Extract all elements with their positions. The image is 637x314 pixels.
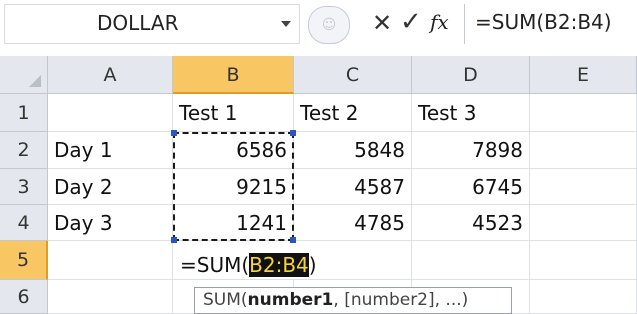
in-cell-formula[interactable]: =SUM(B2:B4)	[180, 253, 317, 277]
name-box-value: DOLLAR	[97, 11, 179, 35]
column-header-d[interactable]: D	[412, 56, 530, 94]
column-header-b[interactable]: B	[173, 56, 294, 94]
cell-d5[interactable]	[412, 241, 530, 280]
cell-c1[interactable]: Test 2	[294, 94, 412, 132]
cell-a4[interactable]: Day 3	[48, 205, 173, 241]
cell-d2[interactable]: 7898	[412, 132, 530, 169]
row-header-4[interactable]: 4	[0, 205, 48, 241]
formula-input[interactable]: =SUM(B2:B4)	[464, 4, 637, 44]
tooltip-other-args: , [number2], ...)	[333, 290, 469, 310]
cell-e1[interactable]	[530, 94, 637, 132]
tooltip-current-arg: number1	[247, 290, 334, 310]
cell-b2[interactable]: 6586	[173, 132, 294, 169]
formula-controls: ☺ ✕ ✓ fx	[302, 4, 464, 44]
name-box[interactable]: DOLLAR	[4, 4, 300, 44]
range-handle[interactable]	[171, 237, 177, 243]
cell-a6[interactable]	[48, 280, 173, 314]
range-handle[interactable]	[171, 130, 177, 136]
formula-bar: DOLLAR ☺ ✕ ✓ fx =SUM(B2:B4)	[0, 0, 637, 48]
column-header-a[interactable]: A	[48, 56, 173, 94]
enter-check-icon[interactable]: ✓	[400, 7, 422, 37]
row-header-6[interactable]: 6	[0, 280, 48, 314]
cell-e3[interactable]	[530, 169, 637, 205]
function-tooltip: SUM(number1, [number2], ...)	[194, 287, 512, 314]
formula-range-reference: B2:B4	[249, 253, 309, 277]
formula-bar-expand-icon: ☺	[308, 6, 350, 44]
chevron-down-icon[interactable]	[281, 21, 291, 27]
cell-b3[interactable]: 9215	[173, 169, 294, 205]
cell-e2[interactable]	[530, 132, 637, 169]
formula-prefix: =SUM(	[180, 253, 250, 277]
cell-a3[interactable]: Day 2	[48, 169, 173, 205]
tooltip-function[interactable]: SUM(	[203, 290, 248, 310]
cell-c3[interactable]: 4587	[294, 169, 412, 205]
formula-text: =SUM(B2:B4)	[475, 10, 612, 34]
cell-d4[interactable]: 4523	[412, 205, 530, 241]
range-handle[interactable]	[290, 237, 296, 243]
cell-b4[interactable]: 1241	[173, 205, 294, 241]
cell-d1[interactable]: Test 3	[412, 94, 530, 132]
cell-e5[interactable]	[530, 241, 637, 280]
cell-a1[interactable]	[48, 94, 173, 132]
cell-a2[interactable]: Day 1	[48, 132, 173, 169]
cancel-icon[interactable]: ✕	[372, 9, 392, 37]
row-header-3[interactable]: 3	[0, 169, 48, 205]
row-header-1[interactable]: 1	[0, 94, 48, 132]
column-header-c[interactable]: C	[294, 56, 412, 94]
cell-b1[interactable]: Test 1	[173, 94, 294, 132]
select-all-corner[interactable]	[0, 56, 48, 94]
cell-e6[interactable]	[530, 280, 637, 314]
cell-e4[interactable]	[530, 205, 637, 241]
cell-d3[interactable]: 6745	[412, 169, 530, 205]
cell-c2[interactable]: 5848	[294, 132, 412, 169]
formula-suffix: )	[308, 253, 317, 277]
cell-c4[interactable]: 4785	[294, 205, 412, 241]
row-header-2[interactable]: 2	[0, 132, 48, 169]
row-header-5[interactable]: 5	[0, 241, 48, 280]
range-handle[interactable]	[290, 130, 296, 136]
insert-function-icon[interactable]: fx	[430, 10, 449, 34]
cell-a5[interactable]	[48, 241, 173, 280]
select-all-icon	[29, 75, 41, 87]
column-header-e[interactable]: E	[530, 56, 637, 94]
